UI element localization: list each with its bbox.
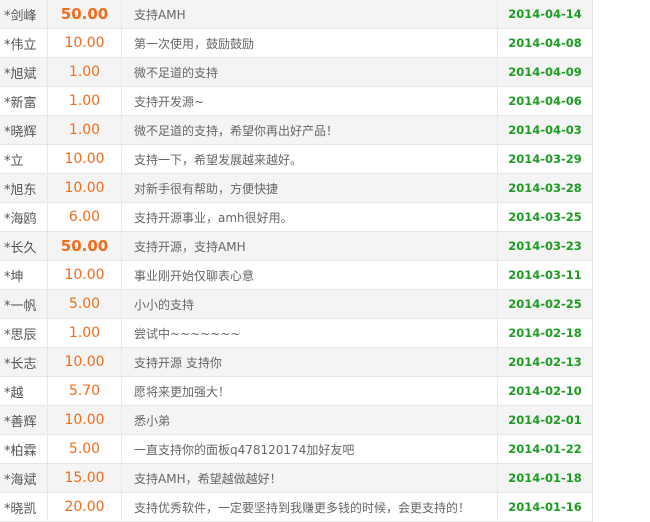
donation-message: 愿将来更加强大！ (121, 377, 497, 405)
donation-message: 支持开发源~ (121, 87, 497, 115)
table-row: *长久 50.00 支持开源，支持AMH 2014-03-23 (0, 232, 592, 261)
donation-message: 微不足道的支持 (121, 58, 497, 86)
donation-amount: 50.00 (47, 0, 121, 28)
table-row: *一帆 5.00 小小的支持 2014-02-25 (0, 290, 592, 319)
table-row: *海斌 15.00 支持AMH，希望越做越好！ 2014-01-18 (0, 464, 592, 493)
donation-amount: 5.00 (47, 435, 121, 463)
donation-message: 支持开源事业，amh很好用。 (121, 203, 497, 231)
donation-date: 2014-04-06 (497, 87, 592, 115)
table-row: *坤 10.00 事业刚开始仅聊表心意 2014-03-11 (0, 261, 592, 290)
table-row: *晓凯 20.00 支持优秀软件，一定要坚持到我赚更多钱的时候，会更支持的！ 2… (0, 493, 592, 522)
donation-date: 2014-02-10 (497, 377, 592, 405)
donor-name: *越 (4, 385, 24, 401)
donation-amount: 5.00 (47, 290, 121, 318)
donor-name: *一帆 (4, 298, 37, 314)
table-row: *思辰 1.00 尝试中~~~~~~~ 2014-02-18 (0, 319, 592, 348)
donor-name: *思辰 (4, 327, 37, 343)
donation-amount: 1.00 (47, 116, 121, 144)
table-row: *越 5.70 愿将来更加强大！ 2014-02-10 (0, 377, 592, 406)
donor-name: *海斌 (4, 472, 37, 488)
donation-date: 2014-03-25 (497, 203, 592, 231)
donation-message: 小小的支持 (121, 290, 497, 318)
donation-date: 2014-02-01 (497, 406, 592, 434)
donation-amount: 1.00 (47, 58, 121, 86)
donation-date: 2014-03-11 (497, 261, 592, 289)
donation-message: 支持一下，希望发展越来越好。 (121, 145, 497, 173)
donation-date: 2014-03-28 (497, 174, 592, 202)
donor-name: *长志 (4, 356, 37, 372)
table-row: *海鸥 6.00 支持开源事业，amh很好用。 2014-03-25 (0, 203, 592, 232)
donation-message: 事业刚开始仅聊表心意 (121, 261, 497, 289)
donation-message: 对新手很有帮助，方便快捷 (121, 174, 497, 202)
table-row: *立 10.00 支持一下，希望发展越来越好。 2014-03-29 (0, 145, 592, 174)
donation-date: 2014-04-09 (497, 58, 592, 86)
table-row: *善辉 10.00 悉小弟 2014-02-01 (0, 406, 592, 435)
donor-name: *旭斌 (4, 66, 37, 82)
donation-message: 支持开源，支持AMH (121, 232, 497, 260)
donation-amount: 1.00 (47, 87, 121, 115)
donor-name: *立 (4, 153, 24, 169)
donation-date: 2014-04-08 (497, 29, 592, 57)
table-row: *柏霖 5.00 一直支持你的面板q478120174加好友吧 2014-01-… (0, 435, 592, 464)
donor-name: *晓辉 (4, 124, 37, 140)
donor-name: *柏霖 (4, 443, 37, 459)
donor-name: *新富 (4, 95, 37, 111)
donation-table: *剑峰 50.00 支持AMH 2014-04-14 *伟立 10.00 第一次… (0, 0, 593, 522)
donation-amount: 10.00 (47, 145, 121, 173)
donation-message: 支持AMH，希望越做越好！ (121, 464, 497, 492)
table-row: *剑峰 50.00 支持AMH 2014-04-14 (0, 0, 592, 29)
donation-message: 微不足道的支持，希望你再出好产品！ (121, 116, 497, 144)
donor-name: *海鸥 (4, 211, 37, 227)
donation-date: 2014-02-18 (497, 319, 592, 347)
donation-amount: 10.00 (47, 29, 121, 57)
donation-amount: 50.00 (47, 232, 121, 260)
donation-message: 支持AMH (121, 0, 497, 28)
donor-name: *剑峰 (4, 8, 37, 24)
table-row: *旭斌 1.00 微不足道的支持 2014-04-09 (0, 58, 592, 87)
donation-amount: 10.00 (47, 174, 121, 202)
table-row: *新富 1.00 支持开发源~ 2014-04-06 (0, 87, 592, 116)
donation-date: 2014-01-22 (497, 435, 592, 463)
donation-date: 2014-02-13 (497, 348, 592, 376)
donation-message: 尝试中~~~~~~~ (121, 319, 497, 347)
donation-message: 支持开源 支持你 (121, 348, 497, 376)
donation-date: 2014-04-03 (497, 116, 592, 144)
donor-name: *伟立 (4, 37, 37, 53)
table-row: *晓辉 1.00 微不足道的支持，希望你再出好产品！ 2014-04-03 (0, 116, 592, 145)
donation-date: 2014-01-18 (497, 464, 592, 492)
donation-message: 悉小弟 (121, 406, 497, 434)
donation-message: 一直支持你的面板q478120174加好友吧 (121, 435, 497, 463)
donation-amount: 6.00 (47, 203, 121, 231)
donor-name: *长久 (4, 240, 37, 256)
donation-message: 第一次使用，鼓励鼓励 (121, 29, 497, 57)
donation-amount: 1.00 (47, 319, 121, 347)
donation-amount: 10.00 (47, 406, 121, 434)
table-row: *伟立 10.00 第一次使用，鼓励鼓励 2014-04-08 (0, 29, 592, 58)
donation-date: 2014-03-29 (497, 145, 592, 173)
donor-name: *善辉 (4, 414, 37, 430)
donation-date: 2014-02-25 (497, 290, 592, 318)
donation-amount: 5.70 (47, 377, 121, 405)
table-row: *旭东 10.00 对新手很有帮助，方便快捷 2014-03-28 (0, 174, 592, 203)
donor-name: *旭东 (4, 182, 37, 198)
donation-amount: 10.00 (47, 261, 121, 289)
donation-date: 2014-04-14 (497, 0, 592, 28)
donation-date: 2014-03-23 (497, 232, 592, 260)
donor-name: *坤 (4, 269, 24, 285)
table-row: *长志 10.00 支持开源 支持你 2014-02-13 (0, 348, 592, 377)
donation-amount: 10.00 (47, 348, 121, 376)
donation-amount: 15.00 (47, 464, 121, 492)
